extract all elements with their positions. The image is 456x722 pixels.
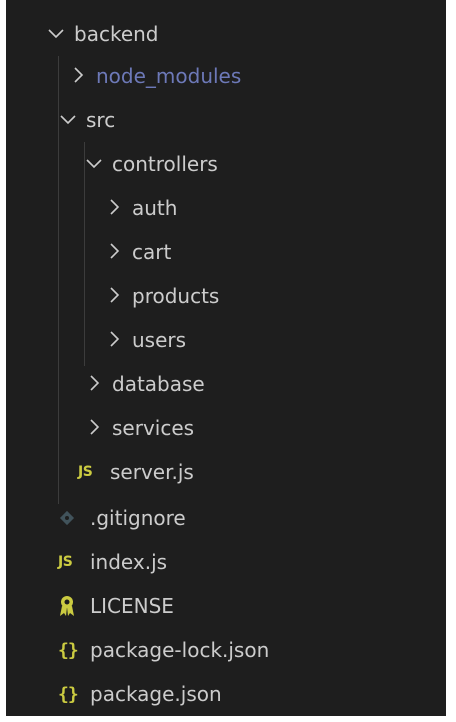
json-braces-icon: {} <box>58 639 79 661</box>
chevron-right-icon <box>84 417 112 439</box>
tree-item-label: users <box>132 328 187 352</box>
chevron-right-icon <box>104 197 132 219</box>
tree-folder-node-modules[interactable]: node_modules <box>6 54 456 98</box>
chevron-down-icon <box>46 23 74 45</box>
tree-folder-services[interactable]: services <box>6 406 456 450</box>
tree-item-label: backend <box>74 22 159 46</box>
json-braces-icon: {} <box>58 683 79 705</box>
tree-folder-backend[interactable]: backend <box>6 12 456 56</box>
tree-file-package-json[interactable]: {} package.json <box>6 672 456 716</box>
chevron-right-icon <box>104 285 132 307</box>
tree-file-server-js[interactable]: JS server.js <box>6 450 456 494</box>
file-explorer: backend node_modules src controllers aut… <box>6 0 446 716</box>
tree-folder-src[interactable]: src <box>6 98 456 142</box>
chevron-right-icon <box>104 241 132 263</box>
tree-file-license[interactable]: LICENSE <box>6 584 456 628</box>
license-ribbon-icon <box>58 595 90 617</box>
chevron-right-icon <box>104 329 132 351</box>
tree-item-label: node_modules <box>96 64 242 88</box>
tree-folder-database[interactable]: database <box>6 362 456 406</box>
tree-item-label: package.json <box>90 682 222 706</box>
tree-item-label: controllers <box>112 152 218 176</box>
tree-folder-cart[interactable]: cart <box>6 230 456 274</box>
tree-item-label: src <box>86 108 116 132</box>
tree-item-label: auth <box>132 196 178 220</box>
tree-item-label: LICENSE <box>90 594 174 618</box>
javascript-file-icon: JS <box>58 554 73 570</box>
tree-item-label: package-lock.json <box>90 638 270 662</box>
chevron-right-icon <box>84 373 112 395</box>
tree-folder-products[interactable]: products <box>6 274 456 318</box>
tree-folder-controllers[interactable]: controllers <box>6 142 456 186</box>
tree-folder-auth[interactable]: auth <box>6 186 456 230</box>
tree-item-label: products <box>132 284 220 308</box>
tree-folder-users[interactable]: users <box>6 318 456 362</box>
tree-item-label: services <box>112 416 195 440</box>
tree-file-package-lock-json[interactable]: {} package-lock.json <box>6 628 456 672</box>
git-diamond-icon <box>58 509 90 527</box>
tree-item-label: index.js <box>90 550 168 574</box>
chevron-down-icon <box>58 109 86 131</box>
chevron-right-icon <box>68 65 96 87</box>
tree-item-label: database <box>112 372 205 396</box>
chevron-down-icon <box>84 153 112 175</box>
javascript-file-icon: JS <box>78 464 93 480</box>
tree-file-index-js[interactable]: JS index.js <box>6 540 456 584</box>
tree-item-label: .gitignore <box>90 506 186 530</box>
tree-file-gitignore[interactable]: .gitignore <box>6 496 456 540</box>
tree-item-label: cart <box>132 240 172 264</box>
tree-item-label: server.js <box>110 460 194 484</box>
